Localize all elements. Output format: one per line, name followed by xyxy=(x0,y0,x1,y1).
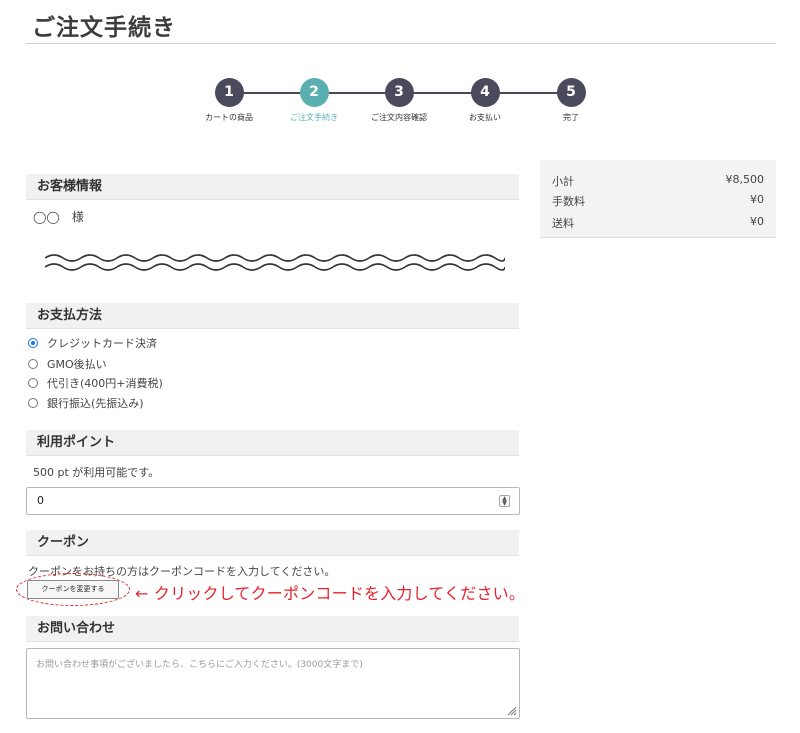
inquiry-heading: お問い合わせ xyxy=(26,616,519,642)
step-number: 3 xyxy=(384,78,414,107)
page-title: ご注文手続き xyxy=(32,15,176,41)
customer-name: ◯◯ 様 xyxy=(33,210,84,224)
step-number: 2 xyxy=(299,78,329,107)
payment-option-label: 銀行振込(先振込み) xyxy=(47,397,144,410)
payment-option-credit-card[interactable]: クレジットカード決済 xyxy=(28,335,157,351)
step-4: 4 お支払い xyxy=(435,78,535,123)
content-omitted-wave xyxy=(45,254,505,271)
payment-option-label: 代引き(400円+消費税) xyxy=(47,377,163,390)
summary-row-shipping: 送料 ¥0 xyxy=(552,215,764,231)
radio-button[interactable] xyxy=(28,378,38,388)
step-label: 完了 xyxy=(563,113,579,122)
coupon-annotation: ← クリックしてクーポンコードを入力してください。 xyxy=(135,584,526,603)
radio-button[interactable] xyxy=(28,359,38,369)
summary-value: ¥0 xyxy=(750,215,764,228)
step-5: 5 完了 xyxy=(521,78,621,123)
points-spinner[interactable]: ▲ ▼ xyxy=(499,495,510,507)
resize-handle-icon[interactable] xyxy=(507,706,517,716)
step-number: 4 xyxy=(470,78,500,107)
inquiry-textarea[interactable]: お問い合わせ事項がございましたら、こちらにご入力ください。(3000文字まで) xyxy=(26,648,520,719)
payment-option-gmo-deferred[interactable]: GMO後払い xyxy=(28,356,107,372)
summary-row-fee: 手数料 ¥0 xyxy=(552,193,764,209)
points-available-text: 500 pt が利用可能です。 xyxy=(33,466,160,479)
payment-option-label: GMO後払い xyxy=(47,358,107,371)
points-value: 0 xyxy=(37,494,44,507)
order-summary: 小計 ¥8,500 手数料 ¥0 送料 ¥0 xyxy=(540,160,776,238)
summary-value: ¥8,500 xyxy=(725,173,765,186)
coupon-heading: クーポン xyxy=(26,530,519,556)
step-3: 3 ご注文内容確認 xyxy=(349,78,449,123)
points-input[interactable]: 0 ▲ ▼ xyxy=(26,487,520,515)
title-divider xyxy=(26,43,776,44)
summary-value: ¥0 xyxy=(750,193,764,206)
step-number: 1 xyxy=(214,78,244,107)
customer-info-heading: お客様情報 xyxy=(26,174,519,200)
payment-option-cash-on-delivery[interactable]: 代引き(400円+消費税) xyxy=(28,375,163,391)
points-heading: 利用ポイント xyxy=(26,430,519,456)
summary-row-subtotal: 小計 ¥8,500 xyxy=(552,173,764,189)
payment-method-heading: お支払方法 xyxy=(26,303,519,329)
change-coupon-button[interactable]: クーポンを変更する xyxy=(27,580,119,599)
payment-option-bank-transfer[interactable]: 銀行振込(先振込み) xyxy=(28,395,144,411)
summary-label: 送料 xyxy=(552,217,574,230)
summary-label: 手数料 xyxy=(552,195,585,208)
summary-label: 小計 xyxy=(552,175,574,188)
step-label: お支払い xyxy=(469,113,501,122)
radio-button[interactable] xyxy=(28,398,38,408)
step-label: ご注文内容確認 xyxy=(371,113,427,122)
step-number: 5 xyxy=(556,78,586,107)
payment-option-label: クレジットカード決済 xyxy=(47,337,157,350)
radio-button[interactable] xyxy=(28,338,38,348)
inquiry-placeholder: お問い合わせ事項がございましたら、こちらにご入力ください。(3000文字まで) xyxy=(36,660,363,670)
